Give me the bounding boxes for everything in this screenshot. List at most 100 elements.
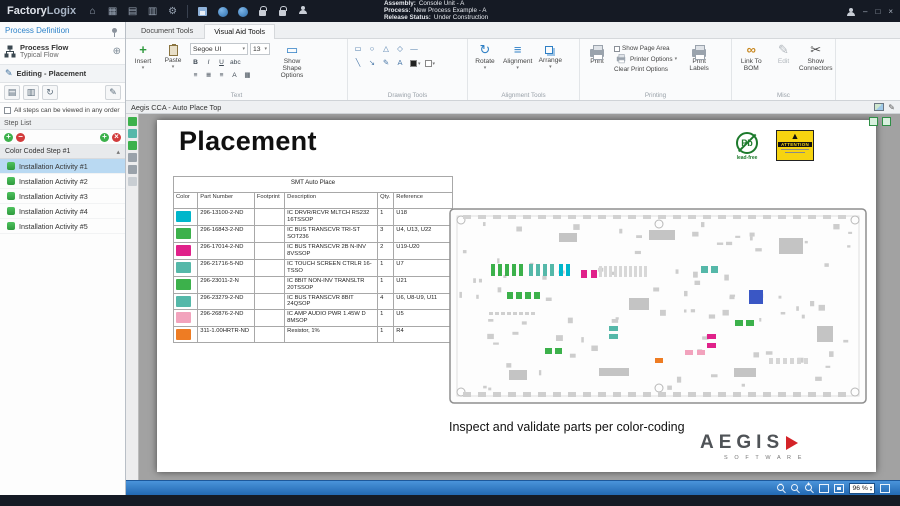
rotate-button[interactable]: ↻Rotate▾ xyxy=(472,41,498,90)
printer-options-button[interactable]: Printer Options▾ xyxy=(614,55,677,63)
format-button[interactable]: U xyxy=(216,57,227,68)
table-row[interactable]: 296-16843-2-NDIC BUS TRANSCVR TRI-ST SOT… xyxy=(174,225,453,242)
arrange-button[interactable]: Arrange▾ xyxy=(537,41,563,90)
zoom-in-icon[interactable]: + xyxy=(805,484,814,493)
modules-icon[interactable]: ▦ xyxy=(105,4,120,19)
pin-icon[interactable] xyxy=(112,28,117,33)
tab-visual-aid-tools[interactable]: Visual Aid Tools xyxy=(204,24,275,39)
unlock-button[interactable] xyxy=(275,4,290,19)
full-screen-icon[interactable] xyxy=(880,484,890,493)
font-size-select[interactable]: 13▾ xyxy=(250,43,270,55)
shape-tool[interactable]: ↘ xyxy=(366,58,378,69)
table-row[interactable]: 296-23011-2-NIC 8BIT NON-INV TRANSLTR 20… xyxy=(174,276,453,293)
zoom-out-icon[interactable]: − xyxy=(777,484,786,493)
collapse-chevron-icon[interactable]: ▴ xyxy=(116,148,120,156)
table-row[interactable]: 296-23279-2-NDIC BUS TRANSCVR 8BIT 24QSO… xyxy=(174,293,453,310)
add-image-icon[interactable] xyxy=(128,129,137,138)
edit-step-button[interactable]: ✎ xyxy=(105,85,121,100)
documents-icon[interactable]: ▤ xyxy=(125,4,140,19)
format-button[interactable]: abc xyxy=(229,57,242,68)
release-button[interactable] xyxy=(235,4,250,19)
remove-step-icon[interactable]: − xyxy=(16,133,25,142)
maximize-button[interactable]: □ xyxy=(875,7,880,16)
add-shape-icon[interactable] xyxy=(128,141,137,150)
check-in-button[interactable] xyxy=(215,4,230,19)
insert-button[interactable]: + Insert ▾ xyxy=(130,41,156,90)
shape-tool[interactable]: △ xyxy=(380,44,392,55)
step-list-item[interactable]: Installation Activity #5 xyxy=(0,219,125,234)
zoom-level-input[interactable]: 96 % ▴▾ xyxy=(849,483,875,494)
image-tool-icon[interactable] xyxy=(874,103,884,111)
print-labels-button[interactable]: Print Labels xyxy=(681,41,717,90)
format-button[interactable]: I xyxy=(203,57,214,68)
reports-icon[interactable]: ▥ xyxy=(145,4,160,19)
edit-button[interactable]: ✎Edit xyxy=(771,41,797,90)
add-flow-button[interactable]: ⊕ xyxy=(113,46,121,57)
alignment-button[interactable]: ≡Alignment▾ xyxy=(502,41,533,90)
link-to-bom-button[interactable]: ∞Link To BOM xyxy=(736,41,767,90)
fit-page-icon[interactable] xyxy=(834,484,844,493)
shape-tool[interactable]: ▭ xyxy=(352,44,364,55)
shape-tool[interactable]: ✎ xyxy=(380,58,392,69)
add-step-icon[interactable]: + xyxy=(4,133,13,142)
select-tool-icon[interactable] xyxy=(128,177,137,186)
view-order-option[interactable]: All steps can be viewed in any order xyxy=(0,103,125,118)
step-list-item[interactable]: Installation Activity #2 xyxy=(0,174,125,189)
step-list-item[interactable]: Installation Activity #1 xyxy=(0,159,125,174)
show-connectors-button[interactable]: ✂Show Connectors xyxy=(801,41,832,90)
add-table-icon[interactable] xyxy=(128,153,137,162)
edit-document-icon[interactable]: ✎ xyxy=(888,103,895,112)
shape-tool[interactable]: ○ xyxy=(366,44,378,55)
step-list-item[interactable]: Installation Activity #3 xyxy=(0,189,125,204)
table-row[interactable]: 296-21716-5-NDIC TOUCH SCREEN CTRLR 16-T… xyxy=(174,259,453,276)
process-flow-item[interactable]: Process FlowTypical Flow ⊕ xyxy=(0,39,125,65)
minimize-button[interactable]: – xyxy=(863,7,867,16)
font-family-select[interactable]: Segoe UI▾ xyxy=(190,43,248,55)
format-button[interactable]: ≡ xyxy=(190,70,201,81)
home-button[interactable]: ⌂ xyxy=(85,4,100,19)
lock-button[interactable] xyxy=(255,4,270,19)
zoom-reset-icon[interactable] xyxy=(791,484,800,493)
zoom-spinner[interactable]: ▴▾ xyxy=(870,485,872,492)
print-button[interactable]: Print xyxy=(584,41,610,90)
outline-color-picker[interactable]: ▾ xyxy=(425,60,436,67)
format-button[interactable]: ≣ xyxy=(203,70,214,81)
shape-tool[interactable]: — xyxy=(408,44,420,55)
fit-width-icon[interactable] xyxy=(819,484,829,493)
add-text-icon[interactable] xyxy=(128,117,137,126)
close-button[interactable]: × xyxy=(888,7,893,16)
page-nav-icon[interactable] xyxy=(882,117,891,126)
shape-tool[interactable]: ◇ xyxy=(394,44,406,55)
fill-color-picker[interactable]: ▾ xyxy=(410,60,421,67)
format-button[interactable]: A xyxy=(229,70,240,81)
page-nav-icon[interactable] xyxy=(869,117,878,126)
format-button[interactable]: ≡ xyxy=(216,70,227,81)
step-group-header[interactable]: Color Coded Step #1 ▴ xyxy=(0,145,125,159)
shape-tool[interactable]: A xyxy=(394,58,406,69)
table-row[interactable]: 296-13100-2-NDIC DRVR/RCVR MLTCH RS232 1… xyxy=(174,209,453,226)
table-row[interactable]: 296-26876-2-NDIC AMP AUDIO PWR 1.45W D 8… xyxy=(174,310,453,327)
show-page-area-toggle[interactable]: Show Page Area xyxy=(614,45,677,52)
gear-icon[interactable]: ⚙ xyxy=(165,4,180,19)
shape-tool[interactable]: ╲ xyxy=(352,58,364,69)
refresh-button[interactable]: ↻ xyxy=(42,85,58,100)
add-link-icon[interactable] xyxy=(128,165,137,174)
new-step-button[interactable]: ▤ xyxy=(4,85,20,100)
add-group-icon[interactable]: + xyxy=(100,133,109,142)
copy-step-button[interactable]: ▥ xyxy=(23,85,39,100)
checkbox[interactable] xyxy=(4,107,11,114)
format-button[interactable]: ▦ xyxy=(242,70,253,81)
show-shape-options-button[interactable]: ▭ Show Shape Options xyxy=(274,41,310,90)
tab-document-tools[interactable]: Document Tools xyxy=(132,24,202,38)
user-avatar[interactable] xyxy=(846,8,855,17)
document-canvas[interactable]: Placement Pb lead-free ▲ ATTENTION SMT A… xyxy=(126,114,900,480)
table-row[interactable]: 296-17014-2-NDIC BUS TRANSCVR 2B N-INV 8… xyxy=(174,242,453,259)
table-row[interactable]: 311-1.00HRTR-NDResistor, 1%1R4 xyxy=(174,327,453,343)
workflow-button[interactable] xyxy=(295,4,310,19)
checkbox[interactable] xyxy=(614,46,620,52)
paste-button[interactable]: Paste ▾ xyxy=(160,41,186,90)
clear-print-options-button[interactable]: Clear Print Options xyxy=(614,66,677,73)
step-list-item[interactable]: Installation Activity #4 xyxy=(0,204,125,219)
delete-group-icon[interactable]: × xyxy=(112,133,121,142)
save-button[interactable] xyxy=(195,4,210,19)
